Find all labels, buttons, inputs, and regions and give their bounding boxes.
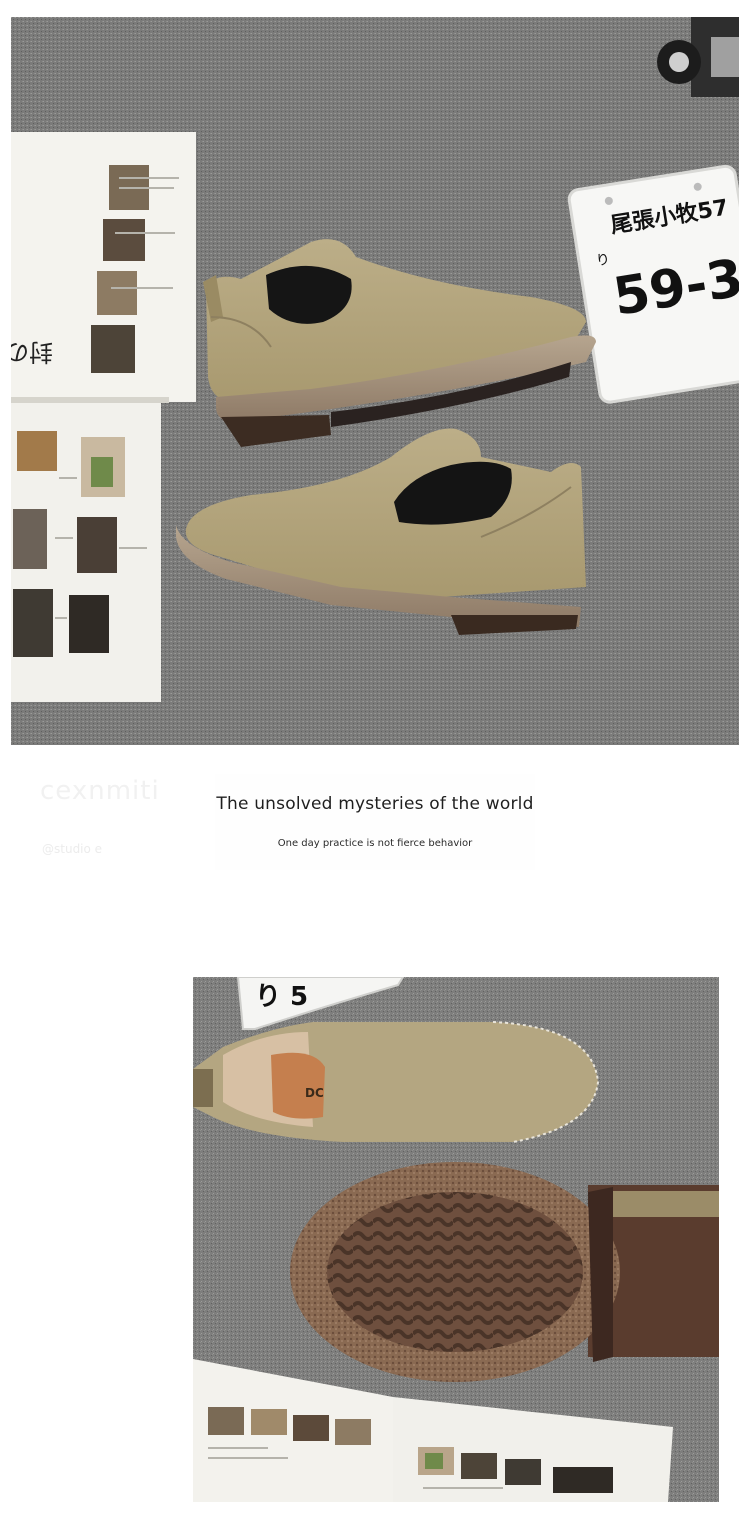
- shoe-sole-view: [290, 1162, 719, 1382]
- plate-partial: り 5: [255, 982, 308, 1012]
- caption-section: cexnmiti @studio e The unsolved mysterie…: [0, 760, 750, 900]
- top-product-photo: 封の: [11, 17, 739, 745]
- shoe-top-view: DC: [193, 1021, 600, 1143]
- insole-brand: DC: [305, 1086, 324, 1100]
- caption-panel: The unsolved mysteries of the world One …: [215, 774, 535, 870]
- plate-kana: り: [595, 252, 611, 270]
- caption-subtitle: One day practice is not fierce behavior: [277, 838, 473, 849]
- caption-title: The unsolved mysteries of the world: [216, 794, 534, 814]
- bottom-product-photo: り 5 DC: [193, 977, 719, 1502]
- magazine-glyph: 封の: [11, 338, 53, 366]
- handle-watermark: @studio e: [42, 842, 103, 856]
- brand-watermark: cexnmiti: [40, 776, 160, 806]
